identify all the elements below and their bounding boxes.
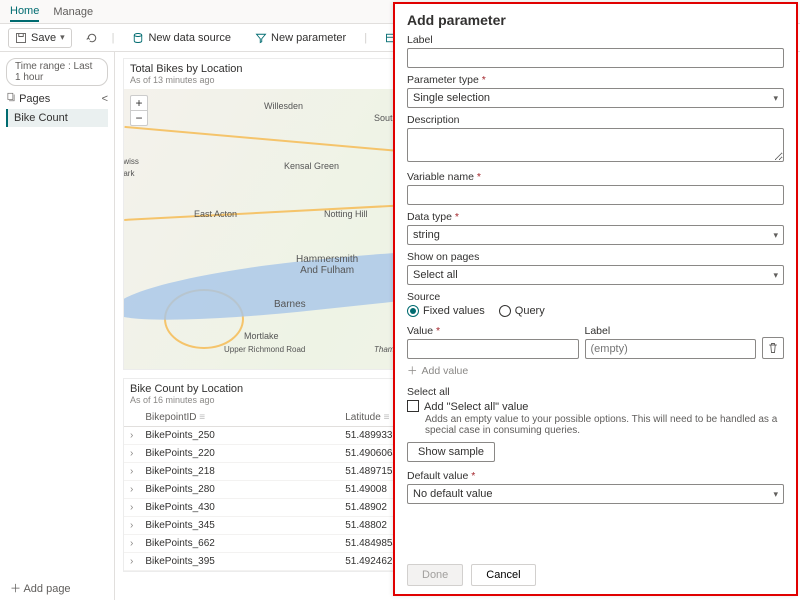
sidebar: Time range : Last 1 hour Pages < Bike Co… [0, 52, 115, 600]
show-on-pages-select[interactable]: Select all▾ [407, 265, 784, 285]
map-zoom: + − [130, 95, 148, 126]
tab-manage[interactable]: Manage [53, 3, 93, 21]
database-icon [132, 32, 144, 44]
select-all-help: Adds an empty value to your possible opt… [425, 414, 784, 436]
map-label: Willesden [264, 101, 303, 111]
map-label: Kensal Green [284, 161, 339, 171]
add-parameter-panel: Add parameter Label Parameter type Singl… [393, 2, 798, 596]
zoom-in-button[interactable]: + [131, 96, 147, 111]
chevron-down-icon: ▾ [773, 93, 778, 104]
map-label: Hammersmith And Fulham [296, 254, 358, 276]
add-page-button[interactable]: ＋ Add page [10, 580, 71, 596]
value-label-col: Label [585, 325, 757, 337]
show-on-pages-label: Show on pages [407, 251, 784, 263]
source-fixed-radio[interactable]: Fixed values [407, 305, 485, 317]
done-button[interactable]: Done [407, 564, 463, 586]
map-label: Upper Richmond Road [224, 345, 305, 354]
radio-on-icon [407, 305, 419, 317]
map-label: Notting Hill [324, 209, 368, 219]
source-label: Source [407, 291, 784, 303]
description-input[interactable] [407, 128, 784, 162]
map-label: Swiss [124, 157, 139, 166]
save-button[interactable]: Save ▾ [8, 28, 72, 48]
save-icon [15, 32, 27, 44]
description-label: Description [407, 114, 784, 126]
label-input[interactable] [407, 48, 784, 68]
zoom-out-button[interactable]: − [131, 111, 147, 125]
param-type-select[interactable]: Single selection▾ [407, 88, 784, 108]
filter-icon [255, 32, 267, 44]
panel-title: Add parameter [407, 12, 784, 28]
checkbox-icon [407, 400, 419, 412]
label-label: Label [407, 34, 784, 46]
data-type-label: Data type [407, 211, 784, 223]
collapse-icon[interactable]: < [102, 93, 108, 105]
chevron-down-icon: ▾ [60, 32, 65, 43]
source-query-radio[interactable]: Query [499, 305, 545, 317]
sidebar-item-bike-count[interactable]: Bike Count [6, 109, 108, 127]
new-data-source-button[interactable]: New data source [126, 29, 237, 47]
add-value-button[interactable]: ＋Add value [407, 363, 784, 378]
delete-value-button[interactable] [762, 337, 784, 359]
save-label: Save [31, 32, 56, 44]
default-value-label: Default value [407, 470, 784, 482]
map-label: East Acton [194, 209, 237, 219]
radio-off-icon [499, 305, 511, 317]
pages-icon [6, 92, 16, 102]
tab-home[interactable]: Home [10, 2, 39, 22]
map-label: Mortlake [244, 331, 279, 341]
data-type-select[interactable]: string▾ [407, 225, 784, 245]
pages-header: Pages [6, 92, 50, 105]
trash-icon [767, 342, 779, 354]
new-parameter-label: New parameter [271, 32, 346, 44]
map-label: Park [124, 169, 134, 178]
value-input[interactable] [407, 339, 579, 359]
plus-icon: ＋ [407, 363, 418, 378]
param-type-label: Parameter type [407, 74, 784, 86]
col-id[interactable]: BikepointID ≡ [139, 409, 339, 427]
select-all-checkbox[interactable]: Add "Select all" value [407, 400, 784, 413]
default-value-select[interactable]: No default value▾ [407, 484, 784, 504]
refresh-icon [86, 32, 98, 44]
time-range-pill[interactable]: Time range : Last 1 hour [6, 58, 108, 86]
chevron-down-icon: ▾ [773, 270, 778, 281]
variable-name-label: Variable name [407, 171, 784, 183]
value-label: Value [407, 325, 579, 337]
value-label-input[interactable] [585, 339, 757, 359]
show-sample-button[interactable]: Show sample [407, 442, 495, 462]
map-label: Barnes [274, 299, 306, 310]
cancel-button[interactable]: Cancel [471, 564, 535, 586]
new-parameter-button[interactable]: New parameter [249, 29, 352, 47]
chevron-down-icon: ▾ [773, 230, 778, 241]
chevron-down-icon: ▾ [773, 489, 778, 500]
plus-icon: ＋ [10, 583, 21, 595]
select-all-header: Select all [407, 386, 784, 398]
new-data-source-label: New data source [148, 32, 231, 44]
refresh-button[interactable] [84, 29, 100, 47]
variable-name-input[interactable] [407, 185, 784, 205]
